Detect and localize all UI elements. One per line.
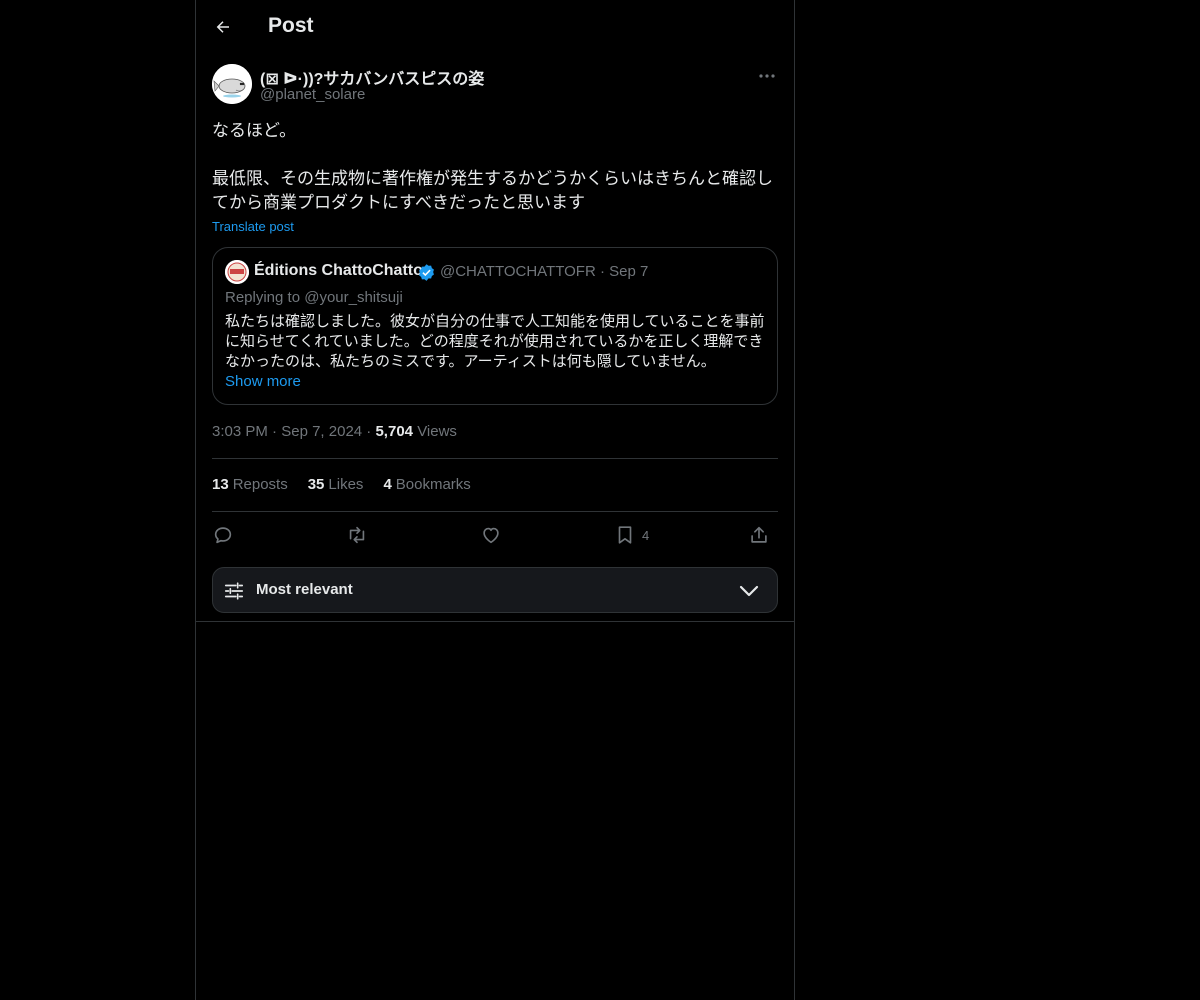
bookmarks-stat[interactable]: 4 Bookmarks <box>383 476 470 493</box>
quote-meta: @CHATTOCHATTOFR · Sep 7 <box>440 263 648 280</box>
repost-button[interactable] <box>346 521 368 549</box>
views-count: 5,704 <box>375 423 414 440</box>
sort-label: Most relevant <box>256 581 353 598</box>
page-header: Post <box>196 0 794 54</box>
show-more-link[interactable]: Show more <box>225 373 301 390</box>
post-author: (⊠ ᐅ·))?サカバンバスピスの姿 @planet_solare <box>212 64 778 106</box>
quoted-post[interactable]: Éditions ChattoChatto @CHATTOCHATTOFR · … <box>212 247 778 405</box>
divider <box>212 458 778 459</box>
share-button[interactable] <box>748 521 770 549</box>
reply-button[interactable] <box>212 521 234 549</box>
quote-date: Sep 7 <box>609 263 649 280</box>
quote-author-name: Éditions ChattoChatto <box>254 262 423 279</box>
back-arrow-icon <box>216 21 229 33</box>
views-label: Views <box>417 423 457 440</box>
translate-post-link[interactable]: Translate post <box>212 219 294 234</box>
post-detail: Post (⊠ ᐅ·))?サカバンバスピスの姿 @planet_solare な… <box>196 0 794 622</box>
quote-text: 私たちは確認しました。彼女が自分の仕事で人工知能を使用していることを事前に知らせ… <box>225 313 765 370</box>
author-handle[interactable]: @planet_solare <box>260 86 365 103</box>
primary-column: Post (⊠ ᐅ·))?サカバンバスピスの姿 @planet_solare な… <box>195 0 795 1000</box>
divider <box>212 511 778 512</box>
publisher-logo-icon <box>225 260 249 284</box>
quote-replying-to: Replying to @your_shitsuji <box>225 289 403 306</box>
timestamp-separator: · <box>272 423 282 440</box>
bookmarks-label: Bookmarks <box>395 476 471 493</box>
likes-label: Likes <box>328 476 364 493</box>
likes-count: 35 <box>307 476 325 493</box>
reposts-stat[interactable]: 13 Reposts <box>212 476 288 493</box>
bookmark-button[interactable]: 4 <box>614 521 649 549</box>
likes-stat[interactable]: 35 Likes <box>308 476 364 493</box>
repost-icon <box>349 526 365 544</box>
more-options-button[interactable] <box>756 66 778 86</box>
more-dots-icon <box>759 74 775 78</box>
like-icon <box>483 527 499 544</box>
post-text: なるほど。 最低限、その生成物に著作権が発生するかどうかくらいはきちんと確認して… <box>212 121 773 212</box>
chevron-down-icon <box>739 585 759 597</box>
author-avatar[interactable] <box>212 64 252 104</box>
post-timestamp: 3:03 PM · Sep 7, 2024 · 5,704 Views <box>212 423 457 440</box>
meta-separator: · <box>599 263 610 280</box>
action-bar: 4 <box>212 521 778 551</box>
back-button[interactable] <box>206 10 240 44</box>
verified-badge-icon <box>419 264 434 281</box>
post-stats: 13 Reposts 35 Likes 4 Bookmarks <box>212 476 471 493</box>
bookmarks-count: 4 <box>383 476 392 493</box>
reply-icon <box>214 527 232 544</box>
bookmark-icon <box>618 526 632 544</box>
sliders-icon <box>224 582 244 600</box>
quote-author-avatar <box>225 260 249 284</box>
reposts-label: Reposts <box>232 476 288 493</box>
reposts-count: 13 <box>212 476 229 493</box>
bookmark-count: 4 <box>642 527 650 543</box>
post-time[interactable]: 3:03 PM <box>212 423 268 440</box>
post-date[interactable]: Sep 7, 2024 <box>281 423 362 440</box>
page-title: Post <box>268 14 314 37</box>
like-button[interactable] <box>480 521 502 549</box>
quote-author-handle: @CHATTOCHATTOFR <box>440 263 596 280</box>
fish-avatar-icon <box>212 64 252 104</box>
reply-sort-selector[interactable]: Most relevant <box>212 567 778 613</box>
share-icon <box>751 526 767 543</box>
